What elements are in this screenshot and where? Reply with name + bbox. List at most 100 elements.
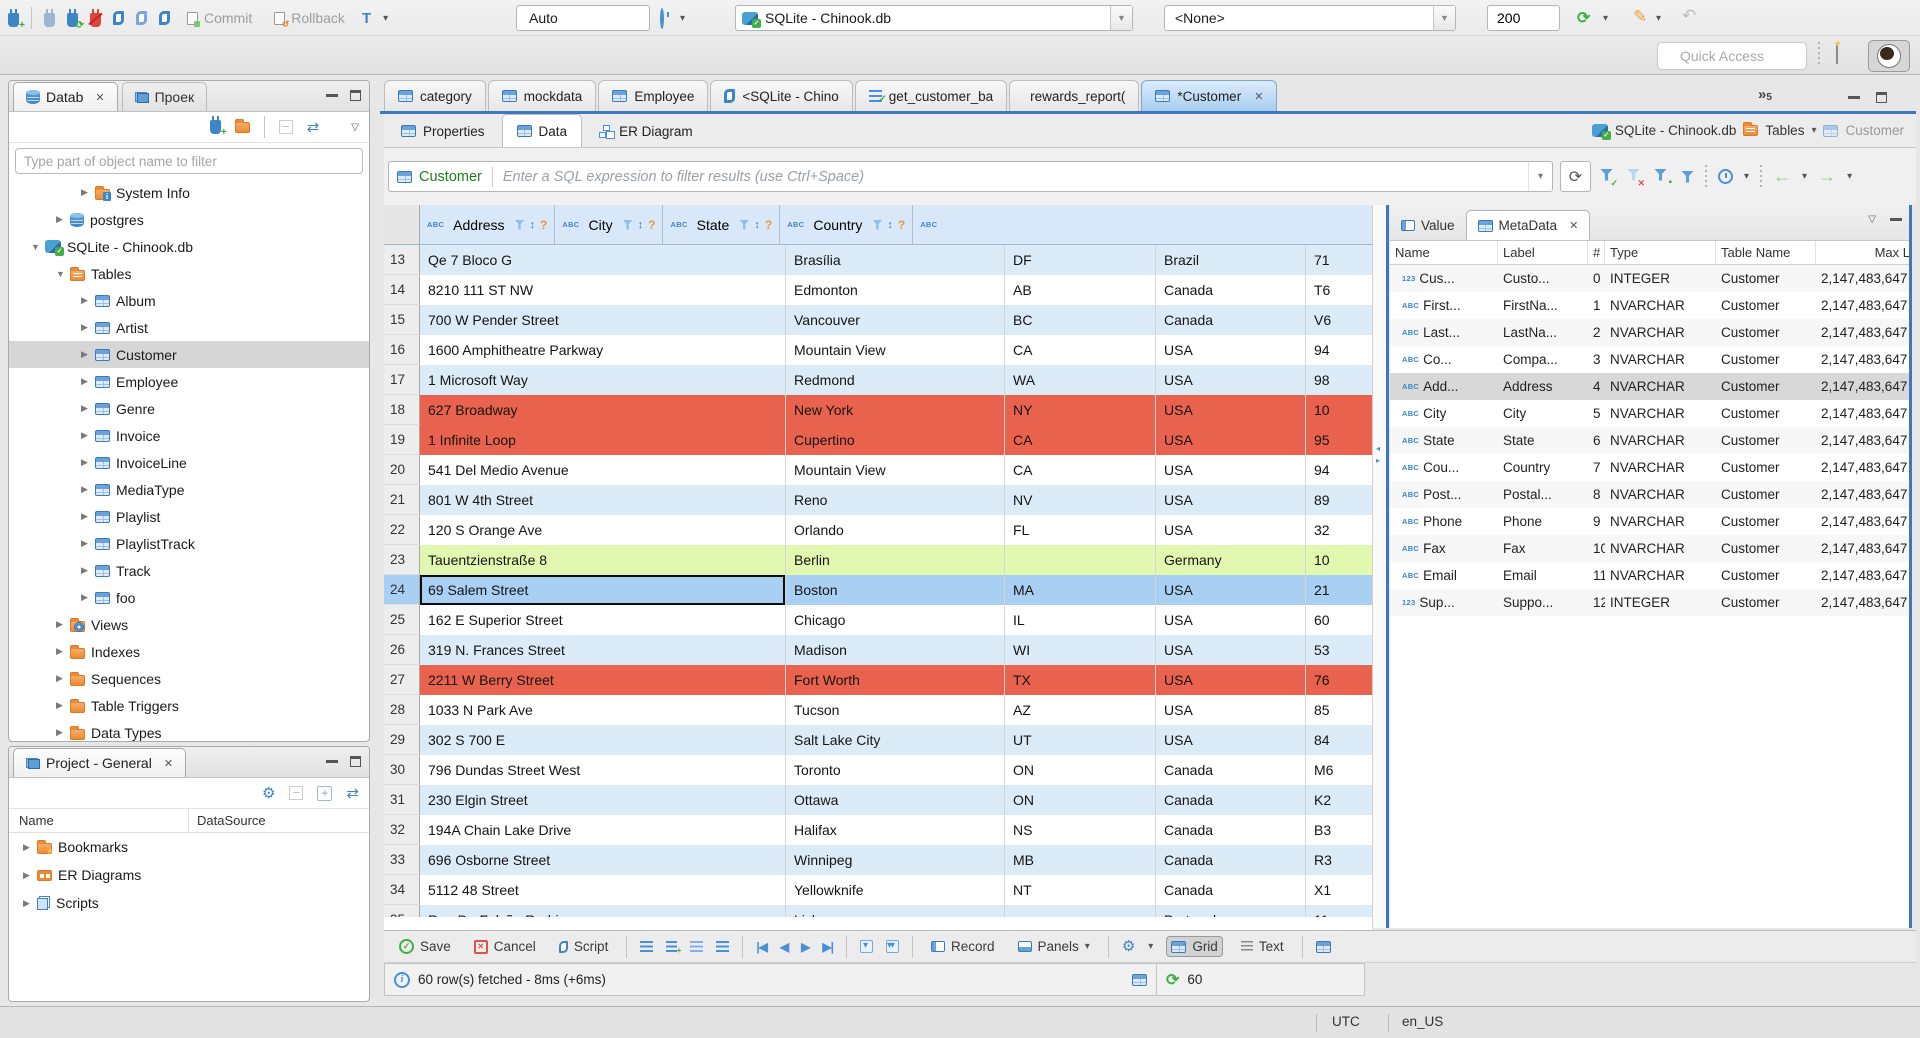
timezone-indicator[interactable]: UTC (1332, 1014, 1360, 1029)
meta-cell-type[interactable]: NVARCHAR (1605, 427, 1716, 454)
cell-state[interactable]: ON (1005, 785, 1156, 815)
cell-state[interactable]: AB (1005, 275, 1156, 305)
cell-country[interactable]: USA (1156, 605, 1306, 635)
meta-cell-name[interactable]: ABC Cou... (1390, 454, 1498, 481)
tree-expand-icon[interactable]: ▶ (56, 646, 70, 657)
grid-view-button[interactable]: Grid (1166, 936, 1223, 957)
cell-city[interactable]: Redmond (786, 365, 1005, 395)
meta-cell-label[interactable]: FirstNa... (1498, 292, 1588, 319)
cell-postal[interactable]: 98 (1306, 365, 1372, 395)
project-minimize-icon[interactable] (326, 760, 338, 763)
nav-forward-icon[interactable]: → (1818, 166, 1836, 187)
cell-country[interactable]: Canada (1156, 755, 1306, 785)
cell-city[interactable]: Berlin (786, 545, 1005, 575)
remove-filter-icon[interactable] (1627, 168, 1645, 188)
open-sql-script-icon[interactable] (136, 11, 147, 25)
meta-cell-max[interactable]: 2,147,483,647 (1816, 481, 1912, 508)
cell-postal[interactable]: 71 (1306, 245, 1372, 275)
tree-expand-icon[interactable]: ▼ (31, 242, 45, 252)
cell-country[interactable]: Brazil (1156, 245, 1306, 275)
cell-postal[interactable]: K2 (1306, 785, 1372, 815)
meta-cell-label[interactable]: LastNa... (1498, 319, 1588, 346)
metadata-row[interactable]: 123 Sup... Suppo... 12 INTEGER Customer … (1390, 589, 1912, 616)
tree-expand-icon[interactable]: ▶ (81, 322, 95, 333)
cancel-button[interactable]: ✕ Cancel (469, 936, 541, 957)
cell-postal[interactable]: 60 (1306, 605, 1372, 635)
column-sort-icon[interactable]: ↕ (754, 219, 760, 231)
project-maximize-icon[interactable] (350, 756, 361, 767)
cell-city[interactable]: Ottawa (786, 785, 1005, 815)
column-help-icon[interactable]: ? (648, 218, 655, 232)
new-connection-folder-icon[interactable] (234, 118, 250, 133)
active-connection-combo[interactable]: SQLite - Chinook.db ▼ (735, 5, 1133, 31)
maximize-view-icon[interactable] (350, 90, 361, 101)
metadata-row[interactable]: ABC Cou... Country 7 NVARCHAR Customer 2… (1390, 454, 1912, 481)
breadcrumb-tables[interactable]: Tables (1765, 123, 1804, 138)
metadata-row[interactable]: ABC Email Email 11 NVARCHAR Customer 2,1… (1390, 562, 1912, 589)
meta-cell-name[interactable]: ABC Phone (1390, 508, 1498, 535)
meta-col-num[interactable]: # (1588, 241, 1605, 264)
metadata-tab-close-icon[interactable]: ✕ (1569, 219, 1578, 232)
cell-postal[interactable]: 21 (1306, 575, 1372, 605)
cell-address[interactable]: Rua Dr. Falcão Rodrigues (420, 905, 786, 917)
meta-cell-max[interactable]: 2,147,483,647 (1816, 562, 1912, 589)
meta-col-max[interactable]: Max L (1816, 241, 1912, 264)
result-set-icon[interactable] (1132, 973, 1147, 986)
meta-cell-num[interactable]: 2 (1588, 319, 1605, 346)
cell-postal[interactable]: V6 (1306, 305, 1372, 335)
row-number-cell[interactable]: 22 (384, 515, 420, 545)
meta-cell-table[interactable]: Customer (1716, 535, 1816, 562)
transaction-mode-icon[interactable]: T (362, 10, 371, 27)
sql-filter-input[interactable] (502, 168, 1528, 185)
meta-cell-label[interactable]: Email (1498, 562, 1588, 589)
column-filter-icon[interactable] (514, 219, 525, 230)
tree-expand-icon[interactable]: ▶ (81, 511, 95, 522)
tree-expand-icon[interactable]: ▶ (81, 538, 95, 549)
cell-address[interactable]: 230 Elgin Street (420, 785, 786, 815)
cell-city[interactable]: Fort Worth (786, 665, 1005, 695)
grid-row[interactable]: 30 796 Dundas Street West Toronto ON Can… (384, 755, 1372, 785)
cell-postal[interactable]: 89 (1306, 485, 1372, 515)
project-tree-item[interactable]: ▶ ER Diagrams (9, 861, 369, 889)
connect-icon[interactable] (44, 8, 55, 27)
tab-database-navigator[interactable]: Datab ✕ (13, 82, 118, 111)
active-schema-combo[interactable]: <None> ▼ (1164, 5, 1456, 31)
cell-address[interactable]: 5112 48 Street (420, 875, 786, 905)
grid-row[interactable]: 14 8210 111 ST NW Edmonton AB Canada T6 (384, 275, 1372, 305)
tree-item[interactable]: ▶ Sequences (9, 665, 369, 692)
cell-state[interactable]: NS (1005, 815, 1156, 845)
cell-postal[interactable]: X1 (1306, 875, 1372, 905)
cell-address[interactable]: 194A Chain Lake Drive (420, 815, 786, 845)
switch-presentation-icon[interactable] (1315, 940, 1331, 953)
meta-cell-table[interactable]: Customer (1716, 562, 1816, 589)
grid-row[interactable]: 32 194A Chain Lake Drive Halifax NS Cana… (384, 815, 1372, 845)
editor-subtab[interactable]: Properties (386, 114, 500, 147)
editor-tab[interactable]: get_customer_ba (854, 80, 1008, 111)
save-filter-icon[interactable] (1654, 168, 1672, 188)
connection-combo-arrow[interactable]: ▼ (1110, 6, 1132, 30)
editor-tab[interactable]: rewards_report( (1009, 80, 1140, 111)
row-number-cell[interactable]: 16 (384, 335, 420, 365)
tree-expand-icon[interactable]: ▶ (56, 619, 70, 630)
row-number-cell[interactable]: 25 (384, 605, 420, 635)
column-sort-icon[interactable]: ↕ (638, 219, 644, 231)
row-number-cell[interactable]: 31 (384, 785, 420, 815)
cell-city[interactable]: Tucson (786, 695, 1005, 725)
disconnect-icon[interactable] (88, 8, 103, 27)
metadata-minimize-icon[interactable] (1890, 218, 1902, 221)
save-button[interactable]: ✓ Save (394, 936, 456, 957)
sync-dropdown-icon[interactable]: ▾ (1603, 13, 1608, 24)
tree-item[interactable]: ▶ MediaType (9, 476, 369, 503)
tab-value-viewer[interactable]: Value (1390, 210, 1466, 240)
meta-cell-label[interactable]: Fax (1498, 535, 1588, 562)
copy-row-icon[interactable] (690, 941, 704, 952)
cell-state[interactable]: DF (1005, 245, 1156, 275)
cell-address[interactable]: 1 Infinite Loop (420, 425, 786, 455)
project-settings-gear-icon[interactable]: ⚙ (262, 786, 275, 801)
quick-access-box[interactable]: Quick Access (1657, 42, 1807, 70)
row-number-cell[interactable]: 32 (384, 815, 420, 845)
meta-cell-num[interactable]: 4 (1588, 373, 1605, 400)
tree-item[interactable]: ▶ Track (9, 557, 369, 584)
sash-collapse-left-icon[interactable]: ◂ (1376, 445, 1380, 453)
cell-state[interactable]: IL (1005, 605, 1156, 635)
